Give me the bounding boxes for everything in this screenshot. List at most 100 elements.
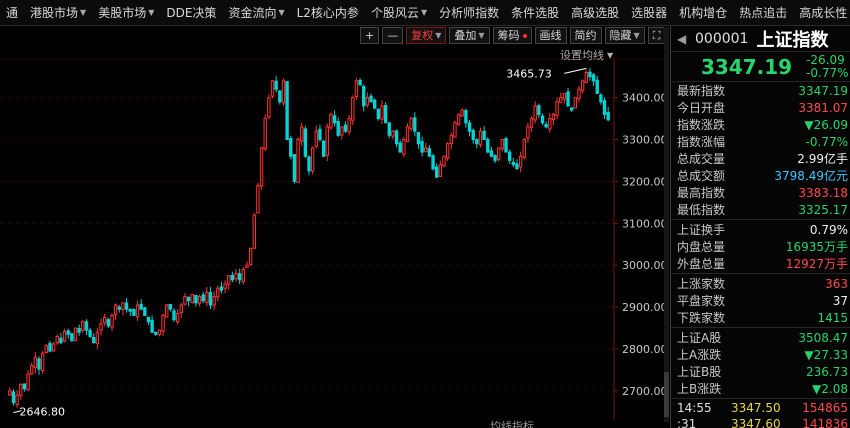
stock-code: 000001	[695, 30, 749, 47]
nav-item-label: 港股市场	[30, 5, 79, 20]
nav-item[interactable]: 资金流向 ▼	[222, 0, 290, 25]
stat-label: 指数涨跌	[677, 118, 726, 132]
hide-button[interactable]: 隐藏 ▼	[604, 27, 645, 44]
candle-body	[117, 306, 121, 310]
nav-item[interactable]: L2核心内参	[291, 0, 365, 25]
candle-body	[595, 79, 599, 94]
candle-body	[438, 164, 443, 177]
candle-body	[369, 95, 373, 103]
candle-body	[216, 287, 220, 298]
nav-item[interactable]: DDE决策	[160, 0, 222, 25]
chart-toolbar: + — 复权 ▼ 叠加 ▼ 筹码 画线 简约 隐藏 ▼ ⛶	[360, 27, 666, 45]
nav-item[interactable]: 分析师指数	[433, 0, 505, 25]
candle-body	[175, 312, 180, 323]
kline-chart[interactable]: 3400.00 3300.00 3200.00 3100.00 3000.00 2900.…	[0, 58, 664, 420]
zoom-in-button[interactable]: +	[360, 27, 380, 44]
candle-body	[208, 291, 213, 306]
stock-name: 上证指数	[756, 29, 829, 51]
stat-label: 上B涨跌	[677, 382, 722, 396]
candle-body	[252, 214, 256, 249]
stat-label: 上证换手	[677, 223, 726, 237]
candle-body	[270, 80, 275, 97]
stat-row: 上B涨跌 ▼2.08	[671, 380, 850, 397]
plus-icon: +	[365, 29, 375, 42]
stat-value: 3508.47	[798, 330, 848, 345]
nav-item[interactable]: 条件选股	[505, 0, 565, 25]
candle-body	[201, 294, 205, 302]
candle-body	[478, 130, 483, 146]
stats-group-breadth: 上涨家数 363 平盘家数 37 下跌家数 1415	[671, 275, 850, 326]
candle-body	[248, 247, 253, 265]
nav-item-label: 资金流向	[228, 5, 277, 20]
candle-body	[51, 343, 56, 352]
candle-body	[106, 319, 111, 327]
vertical-scrollbar[interactable]	[664, 27, 669, 422]
quote-header: ◀ 000001 上证指数	[671, 26, 850, 52]
overlay-label: 叠加	[454, 29, 477, 42]
zoom-out-button[interactable]: —	[382, 27, 404, 44]
stat-value: 363	[825, 276, 848, 291]
candle-body	[453, 122, 457, 138]
chevron-down-icon: ▼	[478, 31, 485, 40]
candle-body	[132, 309, 136, 316]
candle-body	[475, 139, 479, 145]
scrollbar-thumb[interactable]	[664, 372, 669, 417]
candle-body	[8, 390, 12, 396]
nav-item[interactable]: 机构增仓	[673, 0, 733, 25]
nav-item-label: 选股器	[631, 5, 668, 20]
stat-value: 236.73	[806, 364, 848, 379]
nav-item[interactable]: 高成长性	[793, 0, 850, 25]
candle-body	[591, 74, 596, 82]
stat-value: 2.99亿手	[797, 152, 848, 166]
candle-body	[529, 118, 534, 128]
stat-row: 内盘总量 16935万手	[671, 238, 850, 255]
candle-body	[212, 296, 216, 306]
previous-arrow-icon[interactable]: ◀	[677, 32, 691, 46]
stat-row: 指数涨跌 ▼26.09	[671, 116, 850, 133]
nav-item-label: 机构增仓	[679, 5, 728, 20]
fuquan-button[interactable]: 复权 ▼	[406, 27, 447, 44]
overlay-button[interactable]: 叠加 ▼	[449, 27, 490, 44]
kline-chart-svg[interactable]: 3400.00 3300.00 3200.00 3100.00 3000.00 2900.…	[0, 58, 664, 420]
candle-body	[92, 337, 96, 344]
nav-item[interactable]: 热点追击	[733, 0, 793, 25]
candle-body	[314, 130, 318, 147]
expand-button[interactable]: ⛶	[647, 27, 666, 44]
chevron-down-icon: ▼	[435, 31, 442, 40]
nav-item[interactable]: 通	[0, 0, 24, 25]
simple-mode-button[interactable]: 简约	[569, 27, 602, 44]
nav-item[interactable]: 个股风云 ▼	[365, 0, 433, 25]
candle-body	[157, 329, 162, 335]
candle-body	[267, 97, 271, 118]
candle-body	[146, 316, 151, 323]
candle-body	[606, 111, 610, 121]
tick-row: 14:55 3347.50 154865	[671, 400, 850, 416]
candle-body	[467, 122, 472, 132]
high-pointer-line	[564, 67, 587, 74]
stat-label: 外盘总量	[677, 257, 726, 271]
fuquan-label: 复权	[411, 29, 434, 42]
nav-item[interactable]: 美股市场 ▼	[92, 0, 160, 25]
candle-body	[347, 118, 351, 133]
candle-body	[73, 327, 78, 342]
candle-body	[435, 166, 439, 178]
nav-item[interactable]: 港股市场 ▼	[24, 0, 92, 25]
candle-body	[497, 147, 501, 160]
candle-body	[526, 126, 530, 139]
stat-label: 指数涨幅	[677, 135, 726, 149]
nav-item[interactable]: 选股器	[625, 0, 673, 25]
candle-body	[522, 139, 526, 158]
chip-distribution-button[interactable]: 筹码	[492, 27, 532, 44]
stat-label: 最高指数	[677, 186, 726, 200]
tick-price: 3347.50	[731, 401, 781, 415]
candle-body	[515, 163, 519, 170]
stat-value: 3325.17	[798, 202, 848, 217]
draw-line-button[interactable]: 画线	[534, 27, 567, 44]
candle-body	[365, 97, 370, 106]
chevron-down-icon: ▼	[420, 7, 428, 17]
candle-body	[278, 90, 282, 103]
candle-body	[318, 128, 322, 141]
stat-value: 0.79%	[809, 222, 848, 237]
stat-row: 上证B股 236.73	[671, 363, 850, 380]
nav-item[interactable]: 高级选股	[565, 0, 625, 25]
